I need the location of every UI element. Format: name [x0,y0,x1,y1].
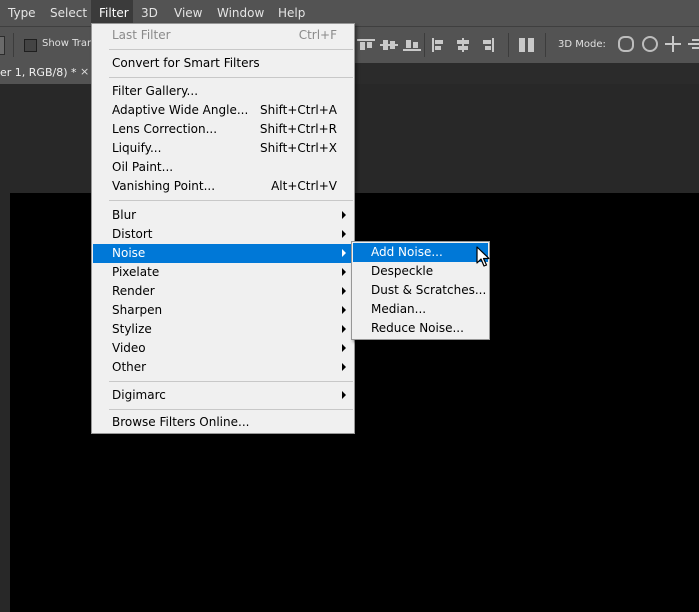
auto-align-layers-icon[interactable] [518,38,536,52]
align-horizontal-centers-icon[interactable] [454,38,472,52]
slide-3d-icon[interactable] [688,36,699,52]
separator [545,33,546,57]
menu-item-label: Add Noise... [371,245,443,259]
menu-item-shortcut: Shift+Ctrl+X [260,141,337,155]
submenu-arrow-icon [342,344,346,352]
menu-item-adaptive-wide-angle[interactable]: Adaptive Wide Angle... Shift+Ctrl+A [93,101,353,120]
menu-item-label: Convert for Smart Filters [112,56,260,70]
align-right-edges-icon[interactable] [477,38,495,52]
menu-item-label: Last Filter [112,28,171,42]
menu-item-label: Blur [112,208,137,222]
submenu-arrow-icon [342,287,346,295]
menu-select[interactable]: Select [46,0,91,26]
menu-item-vanishing-point[interactable]: Vanishing Point... Alt+Ctrl+V [93,177,353,196]
document-tab-title: er 1, RGB/8) * [0,66,77,79]
rotate-3d-icon[interactable] [618,36,634,52]
menu-item-sharpen[interactable]: Sharpen [93,301,353,320]
drag-3d-icon[interactable] [665,36,681,52]
menu-item-noise[interactable]: Noise [93,244,353,263]
submenu-arrow-icon [342,230,346,238]
menu-item-label: Digimarc [112,388,166,402]
menu-item-digimarc[interactable]: Digimarc [93,386,353,405]
menu-item-label: Sharpen [112,303,163,317]
mouse-pointer-icon [476,246,490,267]
submenu-item-median[interactable]: Median... [353,300,488,319]
menu-item-convert-for-smart-filters[interactable]: Convert for Smart Filters [93,54,353,73]
menu-item-label: Filter Gallery... [112,84,199,98]
menu-item-shortcut: Alt+Ctrl+V [271,179,337,193]
menu-item-filter-gallery[interactable]: Filter Gallery... [93,82,353,101]
menu-item-shortcut: Ctrl+F [298,28,337,42]
separator [508,33,509,57]
menu-item-label: Dust & Scratches... [371,283,487,297]
menu-item-label: Oil Paint... [112,160,174,174]
menu-item-shortcut: Shift+Ctrl+A [260,103,337,117]
submenu-arrow-icon [342,391,346,399]
menu-item-label: Adaptive Wide Angle... [112,103,249,117]
align-top-edges-icon[interactable] [357,38,375,52]
document-tab[interactable]: er 1, RGB/8) * × [0,63,92,84]
menu-item-stylize[interactable]: Stylize [93,320,353,339]
menu-item-shortcut: Shift+Ctrl+R [259,122,337,136]
close-icon[interactable]: × [80,65,89,78]
menu-type[interactable]: Type [4,0,40,26]
3d-mode-label: 3D Mode: [558,39,606,50]
submenu-item-add-noise[interactable]: Add Noise... [353,243,488,262]
menu-item-label: Stylize [112,322,152,336]
menu-item-lens-correction[interactable]: Lens Correction... Shift+Ctrl+R [93,120,353,139]
menu-separator [109,77,353,78]
menu-item-distort[interactable]: Distort [93,225,353,244]
menu-item-pixelate[interactable]: Pixelate [93,263,353,282]
submenu-arrow-icon [342,306,346,314]
submenu-arrow-icon [342,325,346,333]
show-transform-controls-checkbox[interactable] [24,39,37,52]
menu-item-label: Lens Correction... [112,122,218,136]
filter-menu: Last Filter Ctrl+F Convert for Smart Fil… [91,23,355,434]
menu-item-label: Liquify... [112,141,162,155]
menu-item-render[interactable]: Render [93,282,353,301]
menu-item-label: Noise [112,246,146,260]
submenu-arrow-icon [342,211,346,219]
roll-3d-icon[interactable] [642,36,658,52]
separator [424,33,425,57]
submenu-arrow-icon [342,249,346,257]
noise-submenu: Add Noise... Despeckle Dust & Scratches.… [351,241,490,340]
menu-item-label: Distort [112,227,153,241]
menu-item-label: Other [112,360,147,374]
menu-item-oil-paint[interactable]: Oil Paint... [93,158,353,177]
separator [13,33,14,57]
menu-item-label: Pixelate [112,265,160,279]
submenu-item-dust-and-scratches[interactable]: Dust & Scratches... [353,281,488,300]
menu-item-label: Video [112,341,146,355]
menu-item-label: Vanishing Point... [112,179,216,193]
submenu-item-despeckle[interactable]: Despeckle [353,262,488,281]
submenu-arrow-icon [342,268,346,276]
menu-item-label: Browse Filters Online... [112,415,250,429]
tool-preset-button[interactable] [0,36,5,55]
menu-item-label: Median... [371,302,427,316]
submenu-arrow-icon [342,363,346,371]
menu-item-last-filter[interactable]: Last Filter Ctrl+F [93,26,353,45]
align-left-edges-icon[interactable] [431,38,449,52]
menu-item-label: Render [112,284,155,298]
menu-item-label: Reduce Noise... [371,321,464,335]
submenu-item-reduce-noise[interactable]: Reduce Noise... [353,319,488,338]
menu-separator [109,49,353,50]
menu-item-other[interactable]: Other [93,358,353,377]
menu-separator [109,409,353,410]
align-vertical-centers-icon[interactable] [380,38,398,52]
menu-separator [109,200,353,201]
menu-item-blur[interactable]: Blur [93,206,353,225]
menu-item-label: Despeckle [371,264,434,278]
menu-item-video[interactable]: Video [93,339,353,358]
menu-separator [109,381,353,382]
menu-item-liquify[interactable]: Liquify... Shift+Ctrl+X [93,139,353,158]
align-bottom-edges-icon[interactable] [403,38,421,52]
menu-item-browse-filters-online[interactable]: Browse Filters Online... [93,413,353,432]
